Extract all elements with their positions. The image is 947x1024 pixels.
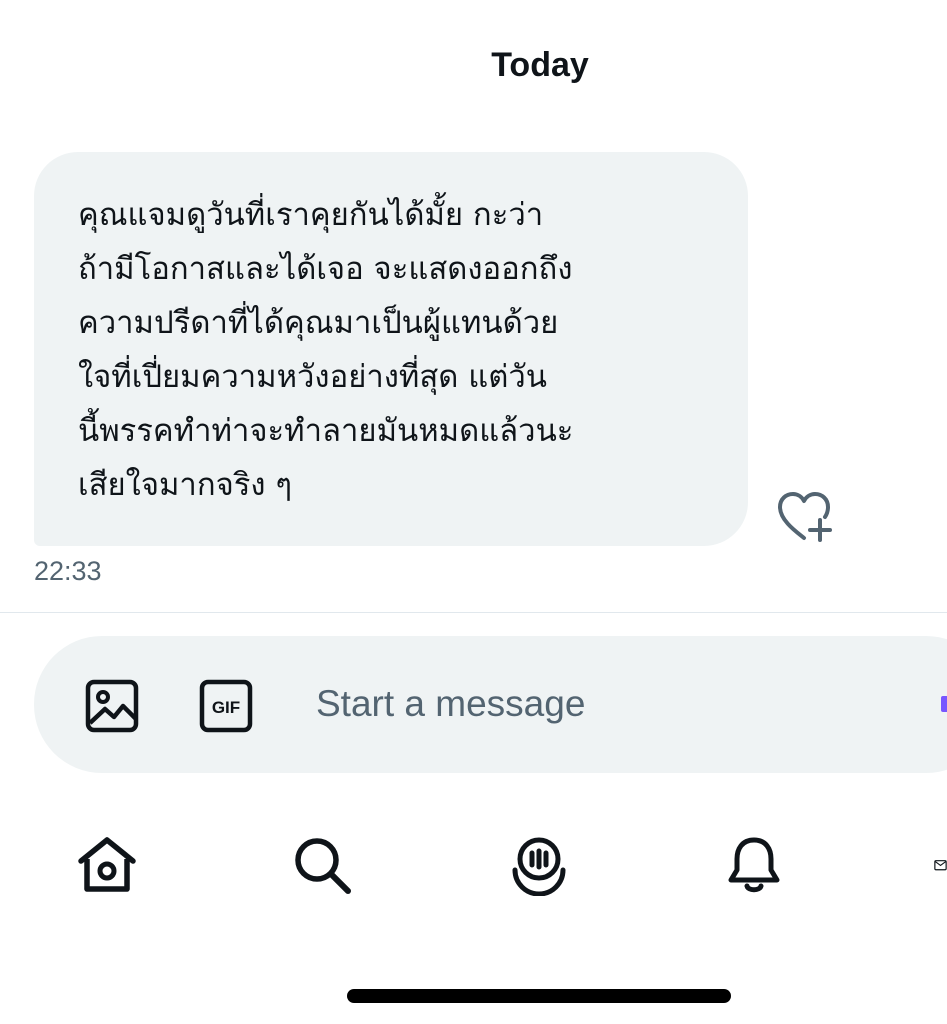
tab-notifications[interactable]: [719, 830, 789, 900]
message-line: ถ้ามีโอกาสและได้เจอ จะแสดงออกถึง: [78, 251, 573, 287]
heart-plus-icon: [778, 492, 832, 542]
bell-icon: [728, 837, 780, 893]
tab-search[interactable]: [287, 830, 357, 900]
divider: [0, 612, 947, 613]
tab-messages[interactable]: [934, 830, 947, 900]
message-line: ใจที่เปี่ยมความหวังอย่างที่สุด แต่วัน: [78, 359, 547, 395]
message-bubble[interactable]: คุณแจมดูวันที่เราคุยกันได้มั้ย กะว่า ถ้า…: [34, 152, 748, 546]
search-icon: [295, 838, 351, 894]
image-icon: [85, 679, 139, 733]
message-line: นี้พรรคทำท่าจะทำลายมันหมดแล้วนะ: [78, 413, 574, 449]
message-line: ความปรีดาที่ได้คุณมาเป็นผู้แทนด้วย: [78, 305, 559, 341]
tab-spaces[interactable]: [504, 830, 574, 900]
add-gif-button[interactable]: GIF: [196, 676, 256, 736]
send-button-edge[interactable]: [941, 696, 947, 712]
mail-icon: [934, 860, 947, 871]
tab-home[interactable]: [72, 830, 142, 900]
home-indicator: [347, 989, 731, 1003]
message-composer: GIF: [34, 636, 947, 773]
home-icon: [78, 837, 136, 892]
gif-label: GIF: [212, 698, 240, 717]
date-header: Today: [491, 46, 589, 84]
message-line: เสียใจมากจริง ๆ: [78, 467, 293, 503]
message-input[interactable]: [316, 672, 876, 736]
message-timestamp: 22:33: [34, 556, 102, 586]
add-reaction-button[interactable]: [772, 486, 836, 546]
bottom-tab-bar: [0, 820, 947, 910]
message-text: คุณแจมดูวันที่เราคุยกันได้มั้ย กะว่า ถ้า…: [78, 188, 708, 512]
add-image-button[interactable]: [82, 676, 142, 736]
message-line: คุณแจมดูวันที่เราคุยกันได้มั้ย กะว่า: [78, 197, 544, 233]
spaces-icon: [512, 837, 566, 896]
gif-icon: GIF: [199, 679, 253, 733]
